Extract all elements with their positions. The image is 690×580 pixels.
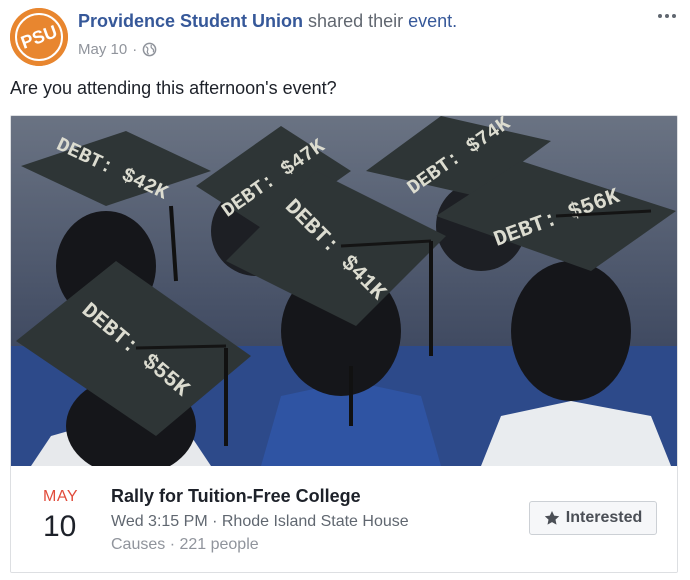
globe-icon[interactable]	[142, 42, 157, 57]
more-dot	[672, 14, 676, 18]
author-action-text: shared their	[308, 11, 404, 31]
event-title-link[interactable]: Rally for Tuition-Free College	[111, 486, 361, 507]
meta-separator: ·	[132, 41, 138, 58]
more-dot	[658, 14, 662, 18]
psu-logo-icon: PSU	[10, 8, 68, 66]
post-text: Are you attending this afternoon's event…	[10, 78, 337, 98]
post-header: Providence Student Union shared their ev…	[78, 11, 457, 32]
feed-post: PSU Providence Student Union shared thei…	[0, 0, 690, 580]
more-dot	[665, 14, 669, 18]
event-time-location: Wed 3:15 PM · Rhode Island State House	[111, 513, 409, 530]
event-cover-image[interactable]: DEBT: $42K DEBT: $47K DEBT: $74K DEBT: $…	[11, 116, 677, 466]
more-options-button[interactable]	[654, 6, 680, 26]
event-day: 10	[43, 510, 77, 543]
avatar[interactable]: PSU	[10, 8, 68, 66]
event-info: MAY 10 Rally for Tuition-Free College We…	[11, 466, 677, 572]
event-stats: Causes · 221 people	[111, 536, 259, 553]
author-name-link[interactable]: Providence Student Union	[78, 11, 303, 31]
event-card[interactable]: DEBT: $42K DEBT: $47K DEBT: $74K DEBT: $…	[10, 115, 678, 573]
interested-label: Interested	[565, 509, 643, 526]
event-month: MAY	[43, 488, 78, 505]
post-date[interactable]: May 10	[78, 41, 127, 58]
event-link[interactable]: event.	[408, 11, 457, 31]
interested-button[interactable]: Interested	[529, 501, 657, 535]
post-meta: May 10 ·	[78, 41, 157, 58]
star-icon	[544, 511, 559, 525]
graduation-caps-photo: DEBT: $42K DEBT: $47K DEBT: $74K DEBT: $…	[11, 116, 677, 466]
